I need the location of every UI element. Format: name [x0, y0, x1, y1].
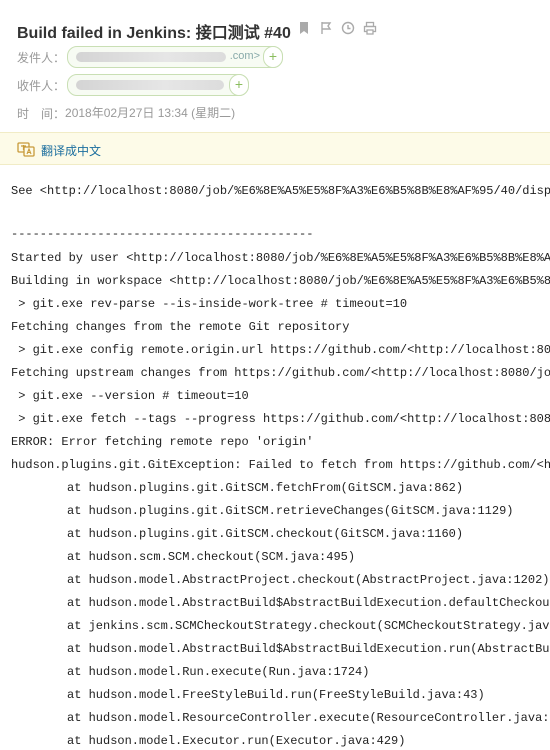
body-line: > git.exe config remote.origin.url https… [11, 343, 550, 357]
stack-trace-line: at hudson.plugins.git.GitSCM.fetchFrom(G… [67, 481, 464, 495]
stack-trace-line: at hudson.model.AbstractProject.checkout… [67, 573, 550, 587]
translate-bar: 翻译成中文 [0, 132, 550, 165]
time-label: 时 间： [17, 107, 66, 122]
stack-trace-line: at hudson.model.AbstractBuild$AbstractBu… [67, 642, 550, 656]
stack-trace-line: at jenkins.scm.SCMCheckoutStrategy.check… [67, 619, 550, 633]
add-sender-contact-button[interactable]: + [263, 46, 284, 68]
separator-line: ----------------------------------------… [11, 227, 314, 241]
add-recipient-contact-button[interactable]: + [229, 74, 250, 96]
recipient-row: 收件人： + [17, 74, 250, 96]
sender-row: 发件人： .com> + [17, 46, 284, 68]
body-line: Fetching upstream changes from https://g… [11, 366, 550, 380]
stack-trace-line: at hudson.plugins.git.GitSCM.checkout(Gi… [67, 527, 464, 541]
stack-trace-line: at hudson.model.ResourceController.execu… [67, 711, 550, 725]
exception-line: hudson.plugins.git.GitException: Failed … [11, 458, 550, 472]
error-line: ERROR: Error fetching remote repo 'origi… [11, 435, 314, 449]
body-line: See <http://localhost:8080/job/%E6%8E%A5… [11, 184, 550, 198]
body-line: Started by user <http://localhost:8080/j… [11, 251, 550, 265]
flag-icon[interactable] [296, 20, 312, 36]
stack-trace-line: at hudson.model.Executor.run(Executor.ja… [67, 734, 406, 748]
sender-label: 发件人： [17, 50, 66, 65]
translate-icon [17, 141, 35, 157]
body-line: Fetching changes from the remote Git rep… [11, 320, 350, 334]
body-line: > git.exe rev-parse --is-inside-work-tre… [11, 297, 408, 311]
banner-flag-icon[interactable] [318, 20, 334, 36]
subject-toolbar [296, 20, 378, 36]
sender-address-tail: .com> [229, 50, 261, 62]
stack-trace-line: at hudson.plugins.git.GitSCM.retrieveCha… [67, 504, 514, 518]
clock-icon[interactable] [340, 20, 356, 36]
mail-subject: Build failed in Jenkins: 接口测试 #40 [17, 25, 291, 42]
time-value: 2018年02月27日 13:34 (星期二) [65, 106, 236, 120]
sender-address[interactable]: .com> + [67, 46, 284, 68]
stack-trace-line: at hudson.model.FreeStyleBuild.run(FreeS… [67, 688, 485, 702]
recipient-address[interactable]: + [67, 74, 250, 96]
stack-trace-line: at hudson.model.AbstractBuild$AbstractBu… [67, 596, 550, 610]
body-line: > git.exe fetch --tags --progress https:… [11, 412, 550, 426]
stack-trace-line: at hudson.scm.SCM.checkout(SCM.java:495) [67, 550, 356, 564]
translate-to-chinese-link[interactable]: 翻译成中文 [41, 142, 101, 159]
body-line: > git.exe --version # timeout=10 [11, 389, 249, 403]
mail-body: See <http://localhost:8080/job/%E6%8E%A5… [0, 166, 550, 750]
mail-header: Build failed in Jenkins: 接口测试 #40 发件人： .… [0, 0, 550, 132]
recipient-address-redacted [76, 80, 225, 90]
sender-address-redacted [76, 52, 227, 62]
body-line: Building in workspace <http://localhost:… [11, 274, 550, 288]
time-row: 时 间：2018年02月27日 13:34 (星期二) [17, 104, 235, 122]
stack-trace-line: at hudson.model.Run.execute(Run.java:172… [67, 665, 370, 679]
print-icon[interactable] [362, 20, 378, 36]
recipient-label: 收件人： [17, 78, 66, 93]
